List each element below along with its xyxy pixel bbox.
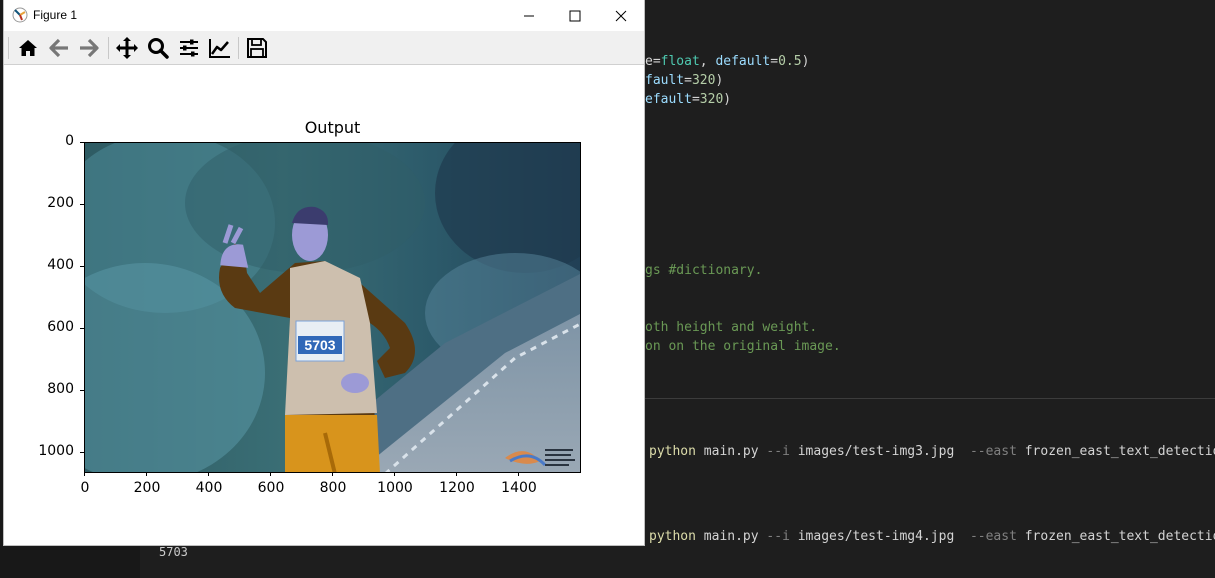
y-tick-label: 600 [47,319,74,335]
bib-number: 5703 [304,337,335,353]
code-line[interactable]: e=float, default=0.5) [645,53,809,70]
y-tick-label: 0 [65,133,74,149]
back-arrow-icon [49,38,68,58]
minimize-button[interactable] [506,0,552,31]
maximize-button[interactable] [552,0,598,31]
subplots-button[interactable] [176,35,202,61]
x-tick-label: 800 [319,480,347,496]
navigation-toolbar [4,31,644,65]
terminal-command[interactable]: python main.py --i images/test-img3.jpg … [649,443,1215,460]
close-button[interactable] [598,0,644,31]
code-line[interactable]: efault=320) [645,91,731,108]
forward-button[interactable] [76,35,102,61]
figure-canvas[interactable]: Output 0 200 400 600 800 1000 0 200 400 … [4,65,644,545]
home-icon [19,40,37,56]
terminal-output: 5703 [159,545,188,559]
save-icon [247,38,267,58]
x-tick-label: 1200 [439,480,475,496]
code-line[interactable]: gs #dictionary. [645,262,762,279]
y-tick-label: 400 [47,257,74,273]
window-title: Figure 1 [33,8,78,22]
zoom-icon [148,38,169,59]
x-tick-label: 1400 [501,480,537,496]
figure-window: Figure 1 Output 0 200 400 600 800 1000 0… [4,0,644,545]
axes-edit-icon [209,39,230,58]
code-line[interactable]: fault=320) [645,72,723,89]
title-bar[interactable]: Figure 1 [4,0,644,31]
edit-axes-button[interactable] [207,35,233,61]
x-tick-label: 400 [195,480,223,496]
terminal-command[interactable]: python main.py --i images/test-img4.jpg … [649,528,1215,545]
forward-arrow-icon [80,38,99,58]
matplotlib-app-icon [12,7,28,23]
y-tick-label: 800 [47,381,74,397]
toolbar-separator [238,37,239,59]
x-tick-label: 0 [80,480,90,496]
save-button[interactable] [244,35,270,61]
zoom-button[interactable] [145,35,171,61]
x-tick-label: 600 [257,480,285,496]
runner-photo: 5703 [85,143,580,472]
y-tick-label: 200 [47,195,74,211]
subplots-icon [180,39,198,57]
maximize-icon [569,10,581,21]
x-tick-label: 200 [133,480,161,496]
pan-icon [116,37,138,59]
back-button[interactable] [46,35,72,61]
home-button[interactable] [15,35,41,61]
x-tick-label: 1000 [377,480,413,496]
output-image: 5703 [84,142,581,473]
close-icon [615,10,627,21]
code-line[interactable]: oth height and weight. [645,319,817,336]
y-tick-label: 1000 [38,443,74,459]
pan-button[interactable] [114,35,140,61]
toolbar-separator [8,37,9,59]
toolbar-separator [108,37,109,59]
plot-title: Output [304,118,361,137]
minimize-icon [524,15,534,16]
code-line[interactable]: on on the original image. [645,338,841,355]
